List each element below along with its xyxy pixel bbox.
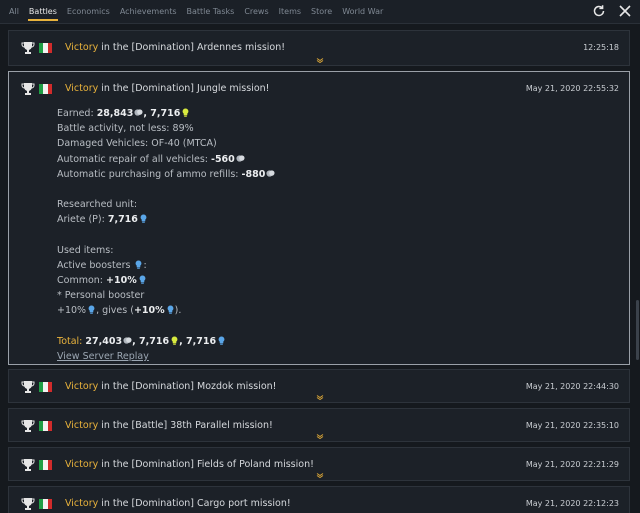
tab-all[interactable]: All — [4, 0, 24, 24]
silver-lions-icon — [123, 337, 132, 344]
message-time: May 21, 2020 22:12:23 — [525, 499, 619, 508]
used-items-label: Used items: — [57, 244, 114, 256]
scrollbar[interactable] — [636, 300, 639, 360]
message-row-expanded[interactable]: Victory in the [Domination] Jungle missi… — [8, 71, 630, 365]
message-row[interactable]: Victory in the [Domination] Cargo port m… — [8, 486, 630, 513]
silver-lions-icon — [134, 109, 143, 116]
message-row[interactable]: Victory in the [Domination] Mozdok missi… — [8, 369, 630, 403]
message-time: May 21, 2020 22:21:29 — [525, 460, 619, 469]
unit-line: Ariete (P): 7,716 — [57, 212, 275, 227]
chevron-down-icon[interactable] — [314, 394, 326, 400]
italy-flag-icon — [39, 499, 52, 509]
message-title: Victory in the [Domination] Ardennes mis… — [65, 42, 286, 53]
chevron-down-icon[interactable] — [314, 57, 326, 63]
message-row[interactable]: Victory in the [Domination] Fields of Po… — [8, 447, 630, 481]
gives-line: +10%, gives (+10%). — [57, 305, 182, 317]
chevron-down-icon[interactable] — [314, 472, 326, 478]
italy-flag-icon — [39, 84, 52, 94]
message-title: Victory in the [Domination] Jungle missi… — [65, 83, 270, 94]
message-time: May 21, 2020 22:44:30 — [525, 382, 619, 391]
category-tabs: All Battles Economics Achievements Battl… — [0, 0, 388, 24]
research-points-icon — [88, 305, 95, 315]
silver-lions-icon — [266, 170, 275, 177]
message-details: Earned: 28,843, 7,716 Battle activity, n… — [57, 106, 275, 364]
view-server-replay-link[interactable]: View Server Replay — [57, 351, 149, 362]
silver-lions-icon — [236, 154, 245, 162]
message-title: Victory in the [Domination] Mozdok missi… — [65, 381, 277, 392]
tab-store[interactable]: Store — [306, 0, 337, 24]
research-points-icon — [139, 275, 146, 284]
tab-achievements[interactable]: Achievements — [115, 0, 182, 24]
message-title: Victory in the [Battle] 38th Parallel mi… — [65, 420, 273, 431]
research-points-icon — [182, 108, 189, 117]
italy-flag-icon — [39, 421, 52, 431]
repair-line: Automatic repair of all vehicles: -560 — [57, 152, 275, 167]
refresh-icon[interactable] — [590, 2, 608, 20]
top-tab-bar: All Battles Economics Achievements Battl… — [0, 0, 640, 24]
total-line: Total: 27,403, 7,716, 7,716 — [57, 334, 275, 349]
italy-flag-icon — [39, 382, 52, 392]
tab-items[interactable]: Items — [274, 0, 306, 24]
earned-line: Earned: 28,843, 7,716 — [57, 106, 275, 121]
boosters-line: Active boosters : — [57, 259, 147, 271]
tab-world-war[interactable]: World War — [337, 0, 388, 24]
tab-battle-tasks[interactable]: Battle Tasks — [182, 0, 240, 24]
personal-booster-line: * Personal booster — [57, 290, 145, 302]
tab-economics[interactable]: Economics — [62, 0, 115, 24]
trophy-icon — [21, 498, 35, 510]
trophy-icon — [21, 381, 35, 393]
message-time: May 21, 2020 22:55:32 — [525, 84, 619, 93]
close-icon[interactable] — [616, 2, 634, 20]
research-points-icon — [167, 305, 174, 315]
research-points-icon — [140, 214, 147, 224]
message-row[interactable]: Victory in the [Battle] 38th Parallel mi… — [8, 408, 630, 442]
activity-line: Battle activity, not less: 89% — [57, 123, 194, 135]
trophy-icon — [21, 420, 35, 432]
message-time: May 21, 2020 22:35:10 — [525, 421, 619, 430]
italy-flag-icon — [39, 43, 52, 53]
common-line: Common: +10% — [57, 273, 275, 288]
ammo-line: Automatic purchasing of ammo refills: -8… — [57, 167, 275, 182]
damaged-line: Damaged Vehicles: OF-40 (MTCA) — [57, 138, 217, 150]
research-points-icon — [171, 336, 178, 345]
tab-crews[interactable]: Crews — [239, 0, 273, 24]
research-points-icon — [218, 336, 225, 345]
tab-battles[interactable]: Battles — [24, 0, 62, 24]
trophy-icon — [21, 83, 35, 95]
trophy-icon — [21, 42, 35, 54]
message-time: 12:25:18 — [583, 43, 619, 52]
italy-flag-icon — [39, 460, 52, 470]
researched-label: Researched unit: — [57, 199, 138, 211]
message-row[interactable]: Victory in the [Domination] Ardennes mis… — [8, 30, 630, 66]
trophy-icon — [21, 459, 35, 471]
window-controls — [590, 2, 634, 20]
message-title: Victory in the [Domination] Fields of Po… — [65, 459, 314, 470]
chevron-down-icon[interactable] — [314, 433, 326, 439]
message-title: Victory in the [Domination] Cargo port m… — [65, 498, 291, 509]
